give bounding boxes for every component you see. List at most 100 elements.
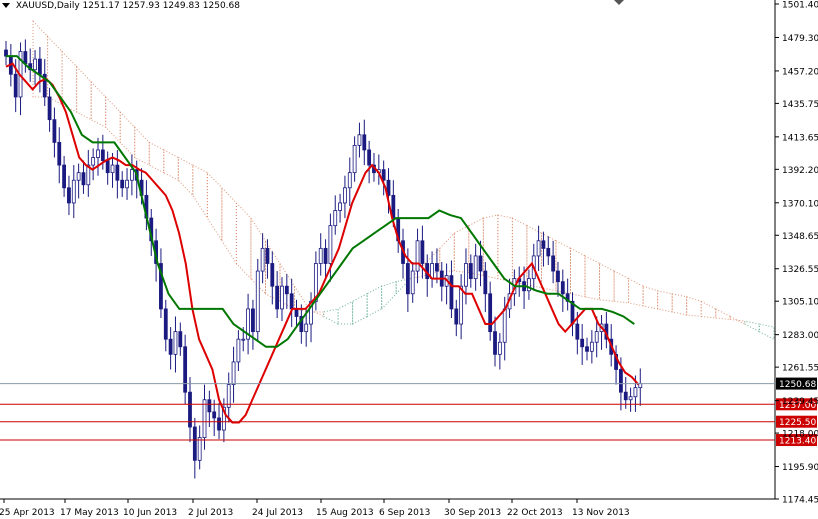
candle-body [536, 240, 541, 257]
y-tick-label: 1239.45 [782, 397, 818, 407]
candle-body [91, 157, 96, 166]
y-tick-label: 1501.40 [782, 1, 818, 11]
y-tick-label: 1479.30 [782, 34, 818, 44]
candle-body [178, 331, 183, 348]
cloud-segment [323, 308, 339, 325]
cloud-segment [90, 80, 107, 129]
candle-body [347, 172, 352, 189]
candle-body [100, 149, 105, 161]
cloud-segment [613, 270, 630, 304]
candle-body [328, 225, 333, 264]
cloud-segment [337, 300, 354, 325]
candle-body [105, 160, 110, 174]
candle-body [192, 426, 197, 461]
cloud-segment [744, 320, 760, 333]
candle-body [449, 275, 454, 310]
cloud-segment [381, 280, 397, 311]
chart: 1237.00 1225.50 1213.40 1250.68 1501.40 1479.… [0, 0, 818, 519]
dropdown-triangle-icon[interactable] [2, 3, 10, 8]
cloud-segment [206, 171, 223, 243]
ohlc-label: 1251.17 1257.93 1249.83 1250.68 [82, 1, 240, 11]
cloud-segment [105, 95, 121, 144]
candle-body [589, 341, 594, 352]
candle-body [275, 285, 280, 310]
cloud-segment [119, 110, 136, 159]
candle-body [318, 247, 323, 264]
candle-body [367, 149, 372, 166]
candle-body [468, 263, 473, 280]
candle-body [260, 247, 265, 272]
cloud-segment [671, 293, 688, 316]
x-tick-label: 17 May 2013 [60, 508, 119, 518]
candle-body [435, 263, 439, 272]
candle-body [493, 331, 497, 355]
candle-body [454, 308, 459, 325]
cloud-segment [352, 292, 368, 325]
cloud-segment [163, 149, 179, 182]
cloud-segment [715, 308, 731, 321]
cloud-segment [700, 300, 717, 319]
candle-body [255, 270, 260, 333]
chart-header: XAUUSD,Daily 1251.17 1257.93 1249.83 125… [2, 1, 240, 11]
candle-body [478, 255, 483, 272]
chart-svg: 1237.001225.501213.401250.681501.401479.… [0, 0, 818, 518]
candle-body [343, 187, 347, 204]
y-tick-label: 1195.90 [782, 463, 818, 473]
candle-body [541, 240, 546, 249]
candle-body [575, 323, 580, 340]
candle-body [168, 338, 173, 355]
cloud-segment [686, 296, 702, 318]
x-tick-label: 22 Oct 2013 [507, 508, 563, 518]
candle-body [13, 73, 18, 98]
candle-body [473, 255, 478, 280]
candle-body [289, 293, 294, 310]
candle-body [110, 164, 115, 174]
cloud-segment [235, 201, 252, 280]
candle-body [37, 58, 42, 75]
candle-body [560, 281, 565, 295]
candle-body [638, 383, 643, 389]
candle-body [619, 369, 623, 393]
candle-body [115, 164, 120, 181]
x-tick-label: 10 Jun 2013 [123, 508, 177, 518]
candle-body [594, 331, 599, 343]
candle-body [231, 361, 236, 386]
cloud-segment [657, 290, 673, 313]
candle-body [362, 134, 367, 151]
candle-body [207, 399, 212, 413]
y-tick-label: 1218.00 [782, 430, 818, 440]
candle-body [67, 187, 71, 204]
candle-body [352, 145, 357, 174]
candle-body [47, 96, 52, 121]
candle-body [304, 323, 309, 333]
candle-body [129, 169, 134, 181]
candle-body [415, 240, 420, 272]
candle-body [333, 210, 338, 227]
y-tick-label: 1261.55 [782, 364, 818, 374]
cloud-segment [628, 277, 644, 307]
candle-body [633, 387, 638, 398]
candle-body [338, 202, 342, 211]
x-tick-label: 30 Sep 2013 [444, 508, 501, 518]
cloud-segment [642, 285, 659, 310]
x-tick-label: 13 Nov 2013 [572, 508, 630, 518]
level-label-text: 1225.50 [779, 418, 816, 428]
y-tick-label: 1283.00 [782, 331, 818, 341]
candle-body [71, 179, 76, 204]
cloud-segment [221, 186, 237, 266]
x-tick-label: 2 Jul 2013 [188, 508, 233, 518]
candle-body [280, 285, 284, 310]
candle-body [585, 346, 589, 352]
x-tick-label: 6 Sep 2013 [379, 508, 430, 518]
candle-body [197, 437, 202, 461]
candle-body [546, 247, 551, 257]
scroll-marker-icon [614, 0, 624, 5]
cloud-segment [729, 315, 746, 325]
candle-body [241, 338, 246, 341]
y-tick-label: 1413.65 [782, 133, 818, 143]
candle-body [120, 179, 125, 189]
candle-body [183, 346, 188, 393]
symbol-label: XAUUSD,Daily [15, 1, 80, 11]
x-tick-label: 15 Aug 2013 [316, 508, 374, 518]
candle-body [551, 255, 556, 272]
